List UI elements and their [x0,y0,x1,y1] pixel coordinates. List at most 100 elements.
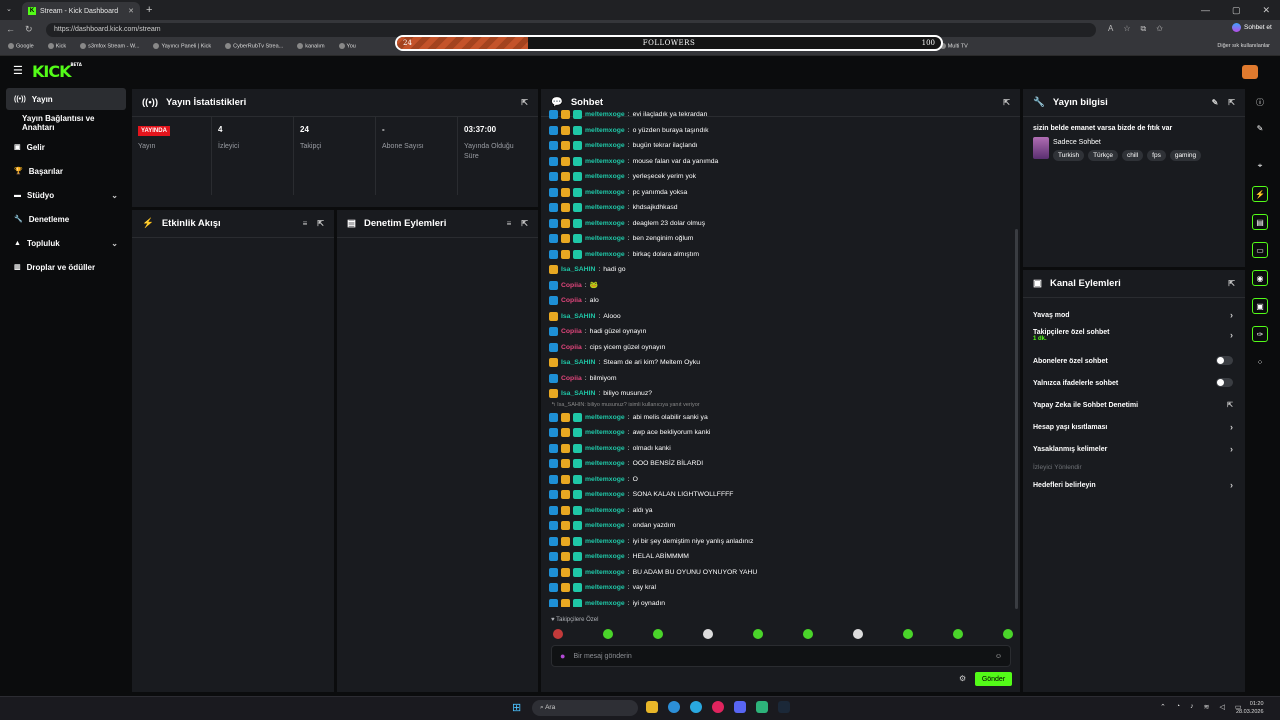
star-icon[interactable]: ☆ [1123,24,1130,34]
channel-action-item[interactable]: Abonelere özel sohbet [1033,354,1233,368]
channel-action-item[interactable]: Hesap yaşı kısıtlaması › [1033,420,1233,434]
copilot-chat-button[interactable]: Sohbet et [1232,23,1272,32]
browser-tab[interactable]: K Stream - Kick Dashboard ✕ [22,2,140,20]
network-icon[interactable]: ◔ [1176,703,1180,711]
set-goals-item[interactable]: Hedefleri belirleyin › [1033,478,1233,492]
clock[interactable]: 01:20 28.03.2026 [1236,700,1264,716]
tab-menu-icon[interactable]: ⌄ [6,5,12,13]
translate-icon[interactable]: A [1108,24,1113,34]
chat-message[interactable]: meltemxoge: SONA KALAN LIGHTWOLLFFFF [549,487,1009,503]
emote-icon[interactable] [853,629,863,639]
chat-username[interactable]: meltemxoge [585,600,625,607]
chat-message[interactable]: Copiia: cips yicem güzel oynayın [549,340,1009,356]
chat-username[interactable]: meltemxoge [585,127,625,134]
chat-message[interactable]: meltemxoge: mouse falan var da yanımda [549,154,1009,170]
chat-username[interactable]: meltemxoge [585,476,625,483]
emote-icon[interactable] [1003,629,1013,639]
chat-username[interactable]: Copiia [561,344,582,351]
chat-username[interactable]: meltemxoge [585,220,625,227]
extensions-icon[interactable]: ⧉ [1141,24,1147,34]
chat-username[interactable]: meltemxoge [585,460,625,467]
bookmark-item[interactable]: kanalım [297,43,325,49]
target-icon[interactable]: ⌖ [1252,158,1268,174]
chat-username[interactable]: meltemxoge [585,569,625,576]
chat-message[interactable]: Copiia: hadi güzel oynayın [549,324,1009,340]
chat-username[interactable]: Copiia [561,328,582,335]
chat-username[interactable]: meltemxoge [585,173,625,180]
chat-username[interactable]: meltemxoge [585,445,625,452]
taskbar-search[interactable]: ⌕ Ara [532,700,638,716]
mic-icon[interactable]: ♪ [1190,703,1194,711]
microphone-icon[interactable]: ● [560,651,565,661]
favorites-icon[interactable]: ✩ [1156,24,1163,34]
popout-icon[interactable]: ⇱ [1228,279,1235,288]
filter-icon[interactable]: ≡ [507,219,512,228]
chat-message[interactable]: meltemxoge: bugün tekrar ilaçlandı [549,138,1009,154]
chat-username[interactable]: meltemxoge [585,507,625,514]
chat-username[interactable]: meltemxoge [585,142,625,149]
chat-message[interactable]: meltemxoge: yerleşecek yerim yok [549,169,1009,185]
discord-icon[interactable] [734,701,746,713]
popout-icon[interactable]: ⇱ [317,219,324,228]
reload-icon[interactable]: ↻ [25,24,33,35]
emote-icon[interactable] [553,629,563,639]
other-bookmarks[interactable]: Diğer sık kullanılanlar [1217,43,1270,49]
chat-message[interactable]: meltemxoge: iyi bir şey demiştim niye yan… [549,534,1009,550]
toggle-switch[interactable] [1216,378,1233,387]
chat-message[interactable]: meltemxoge: awp ace bekliyorum kanki [549,425,1009,441]
sidebar-item[interactable]: 🏆 Başarılar [6,160,126,182]
channel-icon[interactable]: ▣ [1252,298,1268,314]
chevron-up-icon[interactable]: ⌃ [1160,703,1166,711]
chat-username[interactable]: Isa_SAHIN [561,313,595,320]
kick-logo[interactable]: KICKBETA [32,62,82,81]
chat-message[interactable]: meltemxoge: ondan yazdım [549,518,1009,534]
folder-icon[interactable] [646,701,658,713]
chat-message[interactable]: meltemxoge: OOO BENSİZ BİLARDI [549,456,1009,472]
popout-icon[interactable]: ⇱ [1228,98,1235,107]
chrome-icon[interactable] [690,701,702,713]
chat-input[interactable]: ● Bir mesaj gönderin ☺ [551,645,1011,667]
chat-message[interactable]: meltemxoge: BU ADAM BU OYUNU OYNUYOR YAHU [549,565,1009,581]
close-tab-icon[interactable]: ✕ [128,7,134,15]
toggle-switch[interactable] [1216,356,1233,365]
steam-icon[interactable] [778,701,790,713]
chat-message[interactable]: meltemxoge: vay kral [549,580,1009,596]
chat-message[interactable]: meltemxoge: pc yanımda yoksa [549,185,1009,201]
back-icon[interactable]: ← [6,24,15,35]
volume-icon[interactable]: ◁ [1219,703,1224,711]
bookmark-item[interactable]: s3mfox Stream - W... [80,43,139,49]
chat-message[interactable]: Copiia: 🐸 [549,278,1009,294]
sidebar-item[interactable]: ▲ Topluluk ⌄ [6,232,126,254]
popout-icon[interactable]: ⇱ [521,98,528,107]
chat-username[interactable]: meltemxoge [585,251,625,258]
chat-username[interactable]: meltemxoge [585,429,625,436]
new-tab-button[interactable]: + [146,4,152,16]
chat-username[interactable]: Copiia [561,297,582,304]
tag-chip[interactable]: gaming [1169,150,1202,161]
chat-message[interactable]: Isa_SAHIN: Steam de ari kim? Meltem Oyku [549,355,1009,371]
chat-message[interactable]: meltemxoge: evi ilaçladık ya tekrardan [549,107,1009,123]
chat-username[interactable]: meltemxoge [585,491,625,498]
channel-action-item[interactable]: Takipçilere özel sohbet 1 dk. › [1033,328,1233,342]
chat-message[interactable]: meltemxoge: khdsajkdhkasd [549,200,1009,216]
chat-message[interactable]: Copiia: bilmiyom [549,371,1009,387]
chat-message[interactable]: meltemxoge: aldı ya [549,503,1009,519]
chat-username[interactable]: meltemxoge [585,414,625,421]
chat-message[interactable]: meltemxoge: abi melis olabilir sanki ya [549,410,1009,426]
chat-message[interactable]: meltemxoge: ben zenginim oğlum [549,231,1009,247]
emote-icon[interactable] [803,629,813,639]
tag-chip[interactable]: Türkçe [1088,150,1118,161]
chat-username[interactable]: meltemxoge [585,158,625,165]
document-icon[interactable]: ▤ [1252,214,1268,230]
bookmark-item[interactable]: You [338,43,356,49]
emote-icon[interactable] [703,629,713,639]
channel-action-item[interactable]: Yalnızca ifadelerle sohbet [1033,376,1233,390]
popout-icon[interactable]: ⇱ [521,219,528,228]
chat-scrollbar[interactable] [1015,229,1018,609]
wrench-icon[interactable]: ✑ [1252,326,1268,342]
send-button[interactable]: Gönder [975,672,1012,686]
bookmark-item[interactable]: CyberRubTv Strea... [225,43,283,49]
chat-message[interactable]: meltemxoge: HELAL ABİMMMM [549,549,1009,565]
emoji-icon[interactable]: ☺ [995,653,1002,660]
close-window-icon[interactable]: ✕ [1262,5,1270,16]
